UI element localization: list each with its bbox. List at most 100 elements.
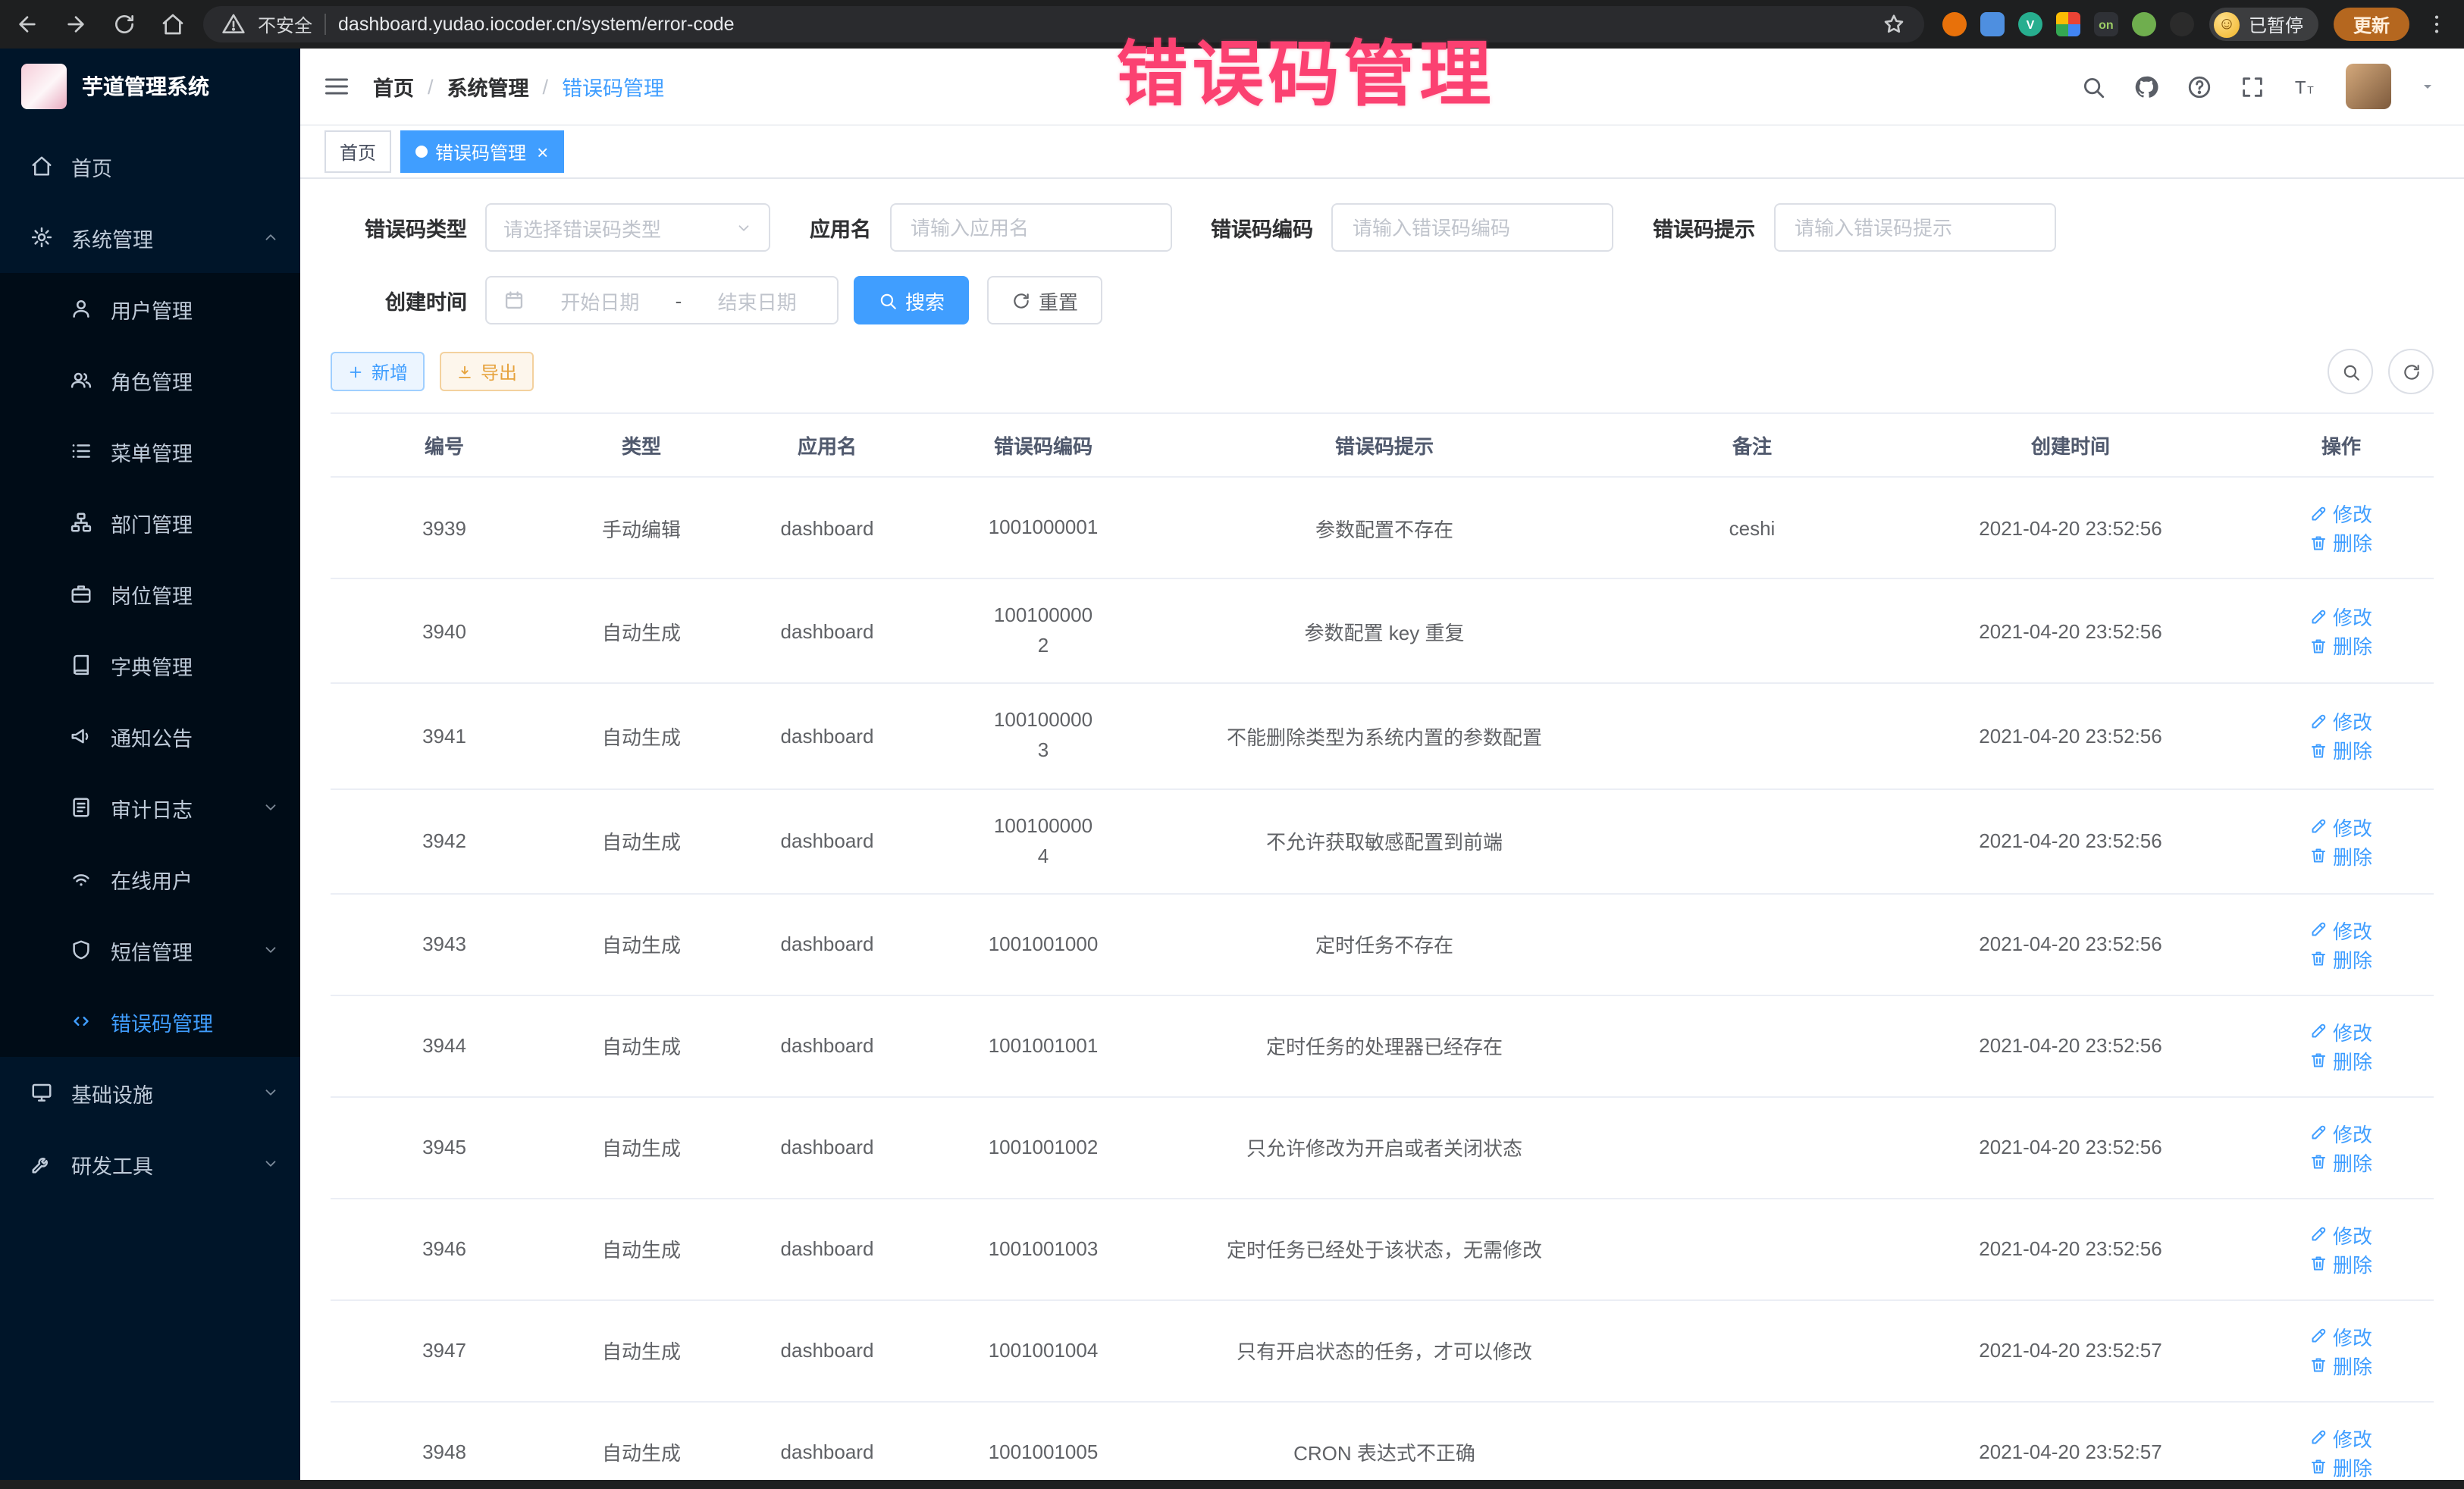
range-separator: - — [676, 289, 682, 312]
cell-app: dashboard — [725, 477, 929, 578]
date-range-picker[interactable]: 开始日期 - 结束日期 — [485, 276, 839, 324]
error-type-label: 错误码类型 — [331, 212, 467, 243]
filter-form: 错误码类型 请选择错误码类型 应用名 — [331, 203, 2434, 349]
sidebar-item[interactable]: 首页 — [0, 130, 300, 202]
logo-row[interactable]: 芋道管理系统 — [0, 49, 300, 124]
sidebar-item[interactable]: 短信管理 — [0, 914, 300, 986]
browser-update-button[interactable]: 更新 — [2334, 8, 2409, 41]
logo-image — [21, 64, 67, 109]
edit-button[interactable]: 修改 — [2310, 499, 2372, 528]
delete-button[interactable]: 删除 — [2310, 1148, 2372, 1177]
delete-button[interactable]: 删除 — [2310, 1453, 2372, 1481]
delete-button[interactable]: 删除 — [2310, 631, 2372, 660]
edit-button[interactable]: 修改 — [2310, 812, 2372, 841]
caret-down-icon[interactable] — [2419, 77, 2437, 96]
delete-button[interactable]: 删除 — [2310, 1249, 2372, 1278]
edit-button[interactable]: 修改 — [2310, 1017, 2372, 1046]
sidebar-item[interactable]: 字典管理 — [0, 629, 300, 701]
user-avatar[interactable] — [2346, 64, 2391, 109]
sidebar-item[interactable]: 系统管理 — [0, 202, 300, 273]
extension-icon[interactable]: V — [2018, 12, 2042, 36]
edit-button[interactable]: 修改 — [2310, 602, 2372, 631]
sidebar-item[interactable]: 部门管理 — [0, 487, 300, 558]
bookmark-star-icon[interactable] — [1882, 12, 1906, 36]
table-row: 3946自动生成dashboard1001001003定时任务已经处于该状态，无… — [331, 1199, 2434, 1300]
gear-icon — [30, 226, 53, 249]
error-code-label: 错误码编码 — [1211, 212, 1313, 243]
chevron-down-icon — [262, 942, 279, 958]
sidebar-item[interactable]: 审计日志 — [0, 772, 300, 843]
delete-button[interactable]: 删除 — [2310, 945, 2372, 973]
chevron-up-icon — [262, 229, 279, 246]
cell-type: 自动生成 — [558, 995, 725, 1097]
app-name-input[interactable] — [908, 215, 1153, 240]
delete-button[interactable]: 删除 — [2310, 841, 2372, 870]
sidebar-item-label: 系统管理 — [71, 222, 244, 252]
breadcrumb-item[interactable]: 首页 — [373, 71, 414, 102]
address-bar[interactable]: 不安全 dashboard.yudao.iocoder.cn/system/er… — [203, 6, 1924, 42]
search-button[interactable]: 搜索 — [854, 276, 969, 324]
extension-icon[interactable] — [1980, 12, 2005, 36]
sidebar-item[interactable]: 错误码管理 — [0, 986, 300, 1057]
extension-icon[interactable] — [1942, 12, 1967, 36]
sidebar-item[interactable]: 研发工具 — [0, 1128, 300, 1199]
sidebar-item[interactable]: 通知公告 — [0, 701, 300, 772]
delete-button[interactable]: 删除 — [2310, 1046, 2372, 1075]
github-icon[interactable] — [2133, 74, 2159, 99]
back-icon[interactable] — [15, 12, 39, 36]
refresh-table-button[interactable] — [2388, 349, 2434, 394]
sidebar-toggle-button[interactable] — [300, 49, 373, 124]
edit-button[interactable]: 修改 — [2310, 1424, 2372, 1453]
fullscreen-icon[interactable] — [2240, 74, 2265, 99]
delete-button[interactable]: 删除 — [2310, 528, 2372, 556]
extension-icon[interactable]: on — [2094, 12, 2118, 36]
error-type-select[interactable]: 请选择错误码类型 — [485, 203, 770, 252]
sidebar-item[interactable]: 岗位管理 — [0, 558, 300, 629]
error-code-input[interactable] — [1350, 215, 1595, 240]
delete-button[interactable]: 删除 — [2310, 1351, 2372, 1380]
extension-icon[interactable] — [2170, 12, 2194, 36]
sidebar-item[interactable]: 用户管理 — [0, 273, 300, 344]
toggle-search-button[interactable] — [2328, 349, 2373, 394]
edit-button[interactable]: 修改 — [2310, 707, 2372, 736]
edit-button[interactable]: 修改 — [2310, 1221, 2372, 1249]
sidebar-item[interactable]: 在线用户 — [0, 843, 300, 914]
start-date-placeholder: 开始日期 — [537, 286, 663, 315]
browser-menu-icon[interactable] — [2425, 12, 2449, 36]
url-text: dashboard.yudao.iocoder.cn/system/error-… — [338, 14, 1870, 35]
edit-button[interactable]: 修改 — [2310, 916, 2372, 945]
delete-button[interactable]: 删除 — [2310, 736, 2372, 765]
extension-icon[interactable] — [2056, 12, 2080, 36]
home-icon[interactable] — [161, 12, 185, 36]
cell-type: 手动编辑 — [558, 477, 725, 578]
edit-icon — [2310, 921, 2328, 939]
calendar-icon — [503, 290, 525, 311]
sidebar-item[interactable]: 菜单管理 — [0, 415, 300, 487]
search-button-label: 搜索 — [905, 286, 945, 315]
tab-0[interactable]: 首页 — [324, 130, 391, 173]
edit-button[interactable]: 修改 — [2310, 1119, 2372, 1148]
breadcrumb-item[interactable]: 系统管理 — [447, 71, 529, 102]
sidebar-item[interactable]: 基础设施 — [0, 1057, 300, 1128]
reload-icon[interactable] — [112, 12, 136, 36]
download-icon — [456, 363, 473, 380]
reset-button[interactable]: 重置 — [987, 276, 1102, 324]
edit-button[interactable]: 修改 — [2310, 1322, 2372, 1351]
cell-code: 100100000 2 — [929, 578, 1157, 684]
forward-icon[interactable] — [64, 12, 88, 36]
delete-icon — [2310, 1052, 2328, 1070]
cell-code: 1001001001 — [929, 995, 1157, 1097]
sidebar-item[interactable]: 角色管理 — [0, 344, 300, 415]
question-icon[interactable] — [2187, 74, 2212, 99]
error-hint-input[interactable] — [1792, 215, 2037, 240]
font-size-icon[interactable]: TT — [2293, 74, 2318, 99]
add-button[interactable]: 新增 — [331, 352, 425, 391]
close-icon[interactable]: × — [537, 142, 548, 161]
paused-label: 已暂停 — [2249, 11, 2303, 37]
search-icon[interactable] — [2080, 74, 2106, 99]
cell-remark — [1612, 894, 1892, 995]
tab-1[interactable]: 错误码管理× — [400, 130, 563, 173]
extension-icon[interactable] — [2132, 12, 2156, 36]
export-button[interactable]: 导出 — [440, 352, 534, 391]
paused-profile-pill[interactable]: ☺ 已暂停 — [2209, 8, 2318, 41]
